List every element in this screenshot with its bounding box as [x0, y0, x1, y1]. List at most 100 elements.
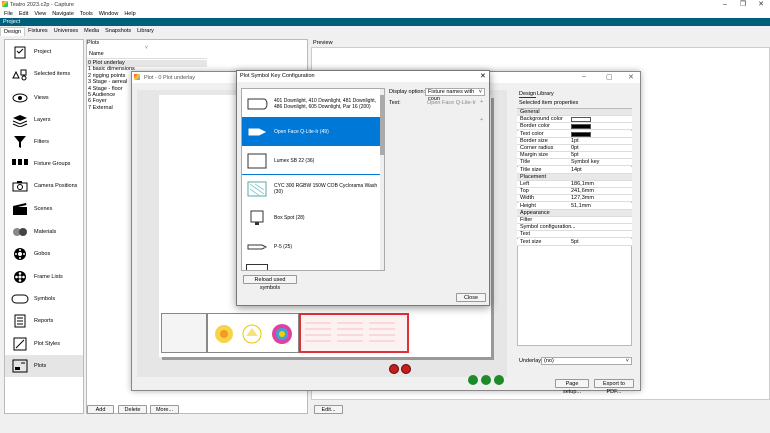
- property-row[interactable]: Text size 5pt: [517, 238, 632, 246]
- property-row[interactable]: Filter: [517, 217, 632, 224]
- delete-plot-button[interactable]: Delete: [118, 405, 147, 414]
- project-bar: Project: [0, 18, 770, 26]
- property-value[interactable]: 186,1mm: [571, 181, 594, 188]
- property-value[interactable]: 1pt: [571, 138, 579, 145]
- sidebar-item-gobos[interactable]: Gobos: [5, 243, 83, 265]
- symbol-list-item[interactable]: Open Face Q-Lite-Ir (49): [242, 117, 380, 146]
- property-value[interactable]: 127,3mm: [571, 195, 594, 202]
- edit-plot-button[interactable]: Edit...: [314, 405, 343, 414]
- property-row[interactable]: Border size 1pt: [517, 137, 632, 145]
- tab-design[interactable]: Design: [0, 27, 26, 36]
- menu-help[interactable]: Help: [124, 11, 135, 17]
- sidebar-item-fixture-groups[interactable]: Fixture Groups: [5, 153, 83, 175]
- property-key: Corner radius: [520, 145, 554, 151]
- symbol-list-item[interactable]: CYC 300 RGBW 150W COB Cyclorama Wash (30…: [242, 174, 380, 203]
- property-row[interactable]: Title size 14pt: [517, 166, 632, 174]
- property-row[interactable]: Width 127,3mm: [517, 195, 632, 203]
- symbol-list-item[interactable]: Lumex SB 22 (36): [242, 146, 380, 175]
- property-value[interactable]: 241,6mm: [571, 188, 594, 195]
- tab-fixtures[interactable]: Fixtures: [25, 27, 51, 36]
- symbol-list-item[interactable]: P-5 (25): [242, 232, 380, 261]
- close-icon[interactable]: ✕: [752, 0, 770, 9]
- more-button[interactable]: More...: [150, 405, 179, 414]
- menu-navigate[interactable]: Navigate: [52, 11, 74, 17]
- plot-close-icon[interactable]: ✕: [628, 73, 634, 81]
- sidebar-item-camera-positions[interactable]: Camera Positions: [5, 175, 83, 197]
- sidebar-item-plots[interactable]: Plots: [5, 355, 83, 377]
- display-option-select[interactable]: Fixture names with coun ˅: [425, 88, 485, 102]
- property-row[interactable]: Symbol configuration...: [517, 224, 632, 232]
- property-value[interactable]: 51,1mm: [571, 203, 591, 210]
- property-row[interactable]: Text color: [517, 130, 632, 138]
- symbol-key-box[interactable]: [299, 313, 409, 353]
- sidebar-item-label: Layers: [34, 117, 51, 123]
- property-row[interactable]: Border color: [517, 123, 632, 131]
- page-setup-button[interactable]: Page setup...: [555, 379, 589, 395]
- name-column-header[interactable]: Name: [89, 51, 104, 57]
- text-value[interactable]: Open Face Q-Lite-Ir: [427, 100, 476, 106]
- sidebar-item-views[interactable]: Views: [5, 87, 83, 109]
- record-icon[interactable]: [389, 364, 399, 374]
- sidebar-item-materials[interactable]: Materials: [5, 221, 83, 243]
- tab-props-library[interactable]: Library: [537, 91, 554, 97]
- tab-universes[interactable]: Universes: [51, 27, 81, 36]
- close-button[interactable]: Close: [456, 293, 486, 302]
- sidebar-item-label: Scenes: [34, 206, 53, 212]
- record-icon-2[interactable]: [401, 364, 411, 374]
- sidebar-item-project[interactable]: Project: [5, 41, 83, 63]
- maximize-icon[interactable]: ❐: [734, 0, 752, 9]
- sidebar-item-plot-styles[interactable]: Plot Styles: [5, 333, 83, 355]
- resize-icon[interactable]: [481, 375, 491, 385]
- property-row[interactable]: Margin size 5pt: [517, 152, 632, 160]
- tab-library[interactable]: Library: [134, 27, 157, 36]
- fit-icon[interactable]: [494, 375, 504, 385]
- property-row[interactable]: Height 51,1mm: [517, 202, 632, 210]
- plot-style-icon: [11, 337, 29, 351]
- sidebar-item-scenes[interactable]: Scenes: [5, 198, 83, 220]
- tab-media[interactable]: Media: [81, 27, 102, 36]
- property-value[interactable]: Symbol key: [571, 159, 599, 166]
- menu-window[interactable]: Window: [99, 11, 119, 17]
- sidebar-item-symbols[interactable]: Symbols: [5, 288, 83, 310]
- color-swatch[interactable]: [571, 131, 591, 137]
- property-row[interactable]: Background color: [517, 116, 632, 124]
- dialog-close-icon[interactable]: ✕: [480, 71, 486, 82]
- property-row[interactable]: Left 186,1mm: [517, 181, 632, 188]
- sidebar-item-layers[interactable]: Layers: [5, 109, 83, 131]
- menu-edit[interactable]: Edit: [19, 11, 28, 17]
- move-icon[interactable]: [468, 375, 478, 385]
- property-value[interactable]: ...: [571, 224, 576, 231]
- underlay-select[interactable]: (no) ˅: [541, 357, 632, 365]
- symbol-list-item[interactable]: 401 Downlight, 410 Downlight, 481 Downli…: [242, 89, 380, 118]
- tab-props-design[interactable]: Design: [519, 91, 537, 98]
- sidebar-item-reports[interactable]: Reports: [5, 310, 83, 332]
- scroll-thumb[interactable]: [380, 95, 384, 155]
- tab-snapshots[interactable]: Snapshots: [102, 27, 134, 36]
- property-value[interactable]: 0pt: [571, 145, 579, 152]
- plot-maximize-icon[interactable]: ▢: [606, 73, 613, 81]
- color-swatch[interactable]: [571, 117, 591, 123]
- property-value[interactable]: 5pt: [571, 152, 579, 159]
- property-value[interactable]: 14pt: [571, 167, 582, 174]
- sidebar-item-selected-items[interactable]: Selected items: [5, 63, 83, 85]
- sidebar-item-frame-lists[interactable]: Frame Lists: [5, 266, 83, 288]
- symbol-list-item[interactable]: Box Spot (28): [242, 203, 380, 232]
- property-row[interactable]: Top 241,6mm: [517, 188, 632, 196]
- export-pdf-button[interactable]: Export to PDF...: [594, 379, 634, 395]
- reload-symbols-button[interactable]: Reload used symbols: [243, 275, 297, 291]
- plot-minimize-icon[interactable]: –: [582, 73, 586, 80]
- property-row[interactable]: Corner radius 0pt: [517, 145, 632, 152]
- menu-file[interactable]: File: [4, 11, 13, 17]
- symbol-list-scrollbar[interactable]: [380, 89, 384, 270]
- sidebar-item-filters[interactable]: Filters: [5, 131, 83, 153]
- color-swatch[interactable]: [571, 124, 591, 130]
- property-row[interactable]: Title Symbol key: [517, 159, 632, 167]
- minimize-icon[interactable]: –: [716, 0, 734, 9]
- add-icon-2[interactable]: +: [480, 117, 483, 123]
- property-value[interactable]: 5pt: [571, 239, 579, 246]
- property-row[interactable]: Text: [517, 231, 632, 239]
- add-plot-button[interactable]: Add: [87, 405, 114, 414]
- menu-view[interactable]: View: [34, 11, 46, 17]
- add-icon[interactable]: +: [480, 99, 483, 105]
- menu-tools[interactable]: Tools: [80, 11, 93, 17]
